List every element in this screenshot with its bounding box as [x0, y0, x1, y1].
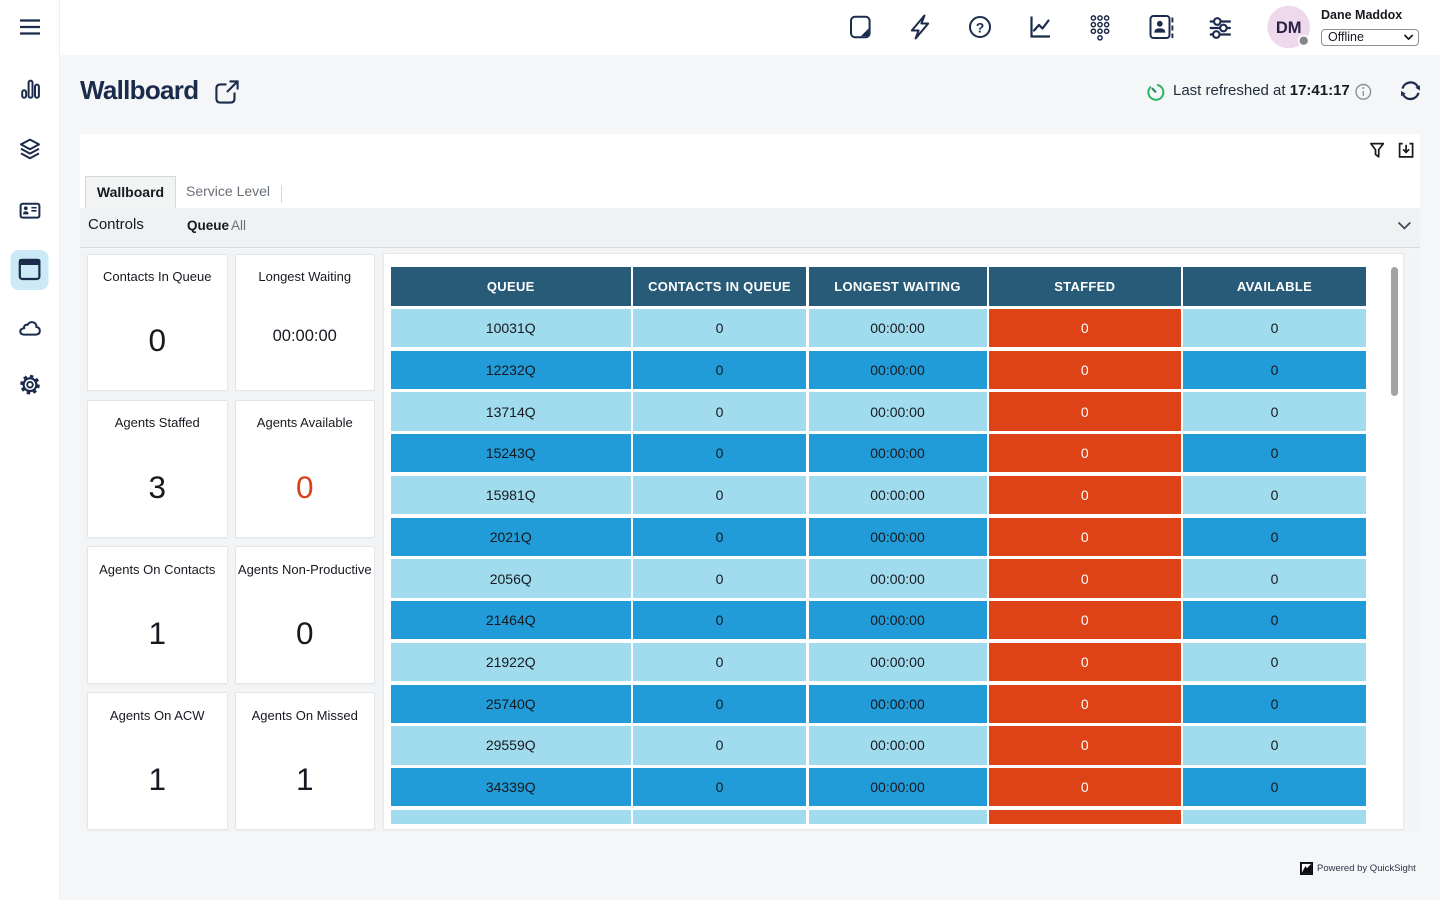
svg-text:?: ? [976, 20, 985, 36]
svg-text:DM: DM [1276, 19, 1302, 37]
